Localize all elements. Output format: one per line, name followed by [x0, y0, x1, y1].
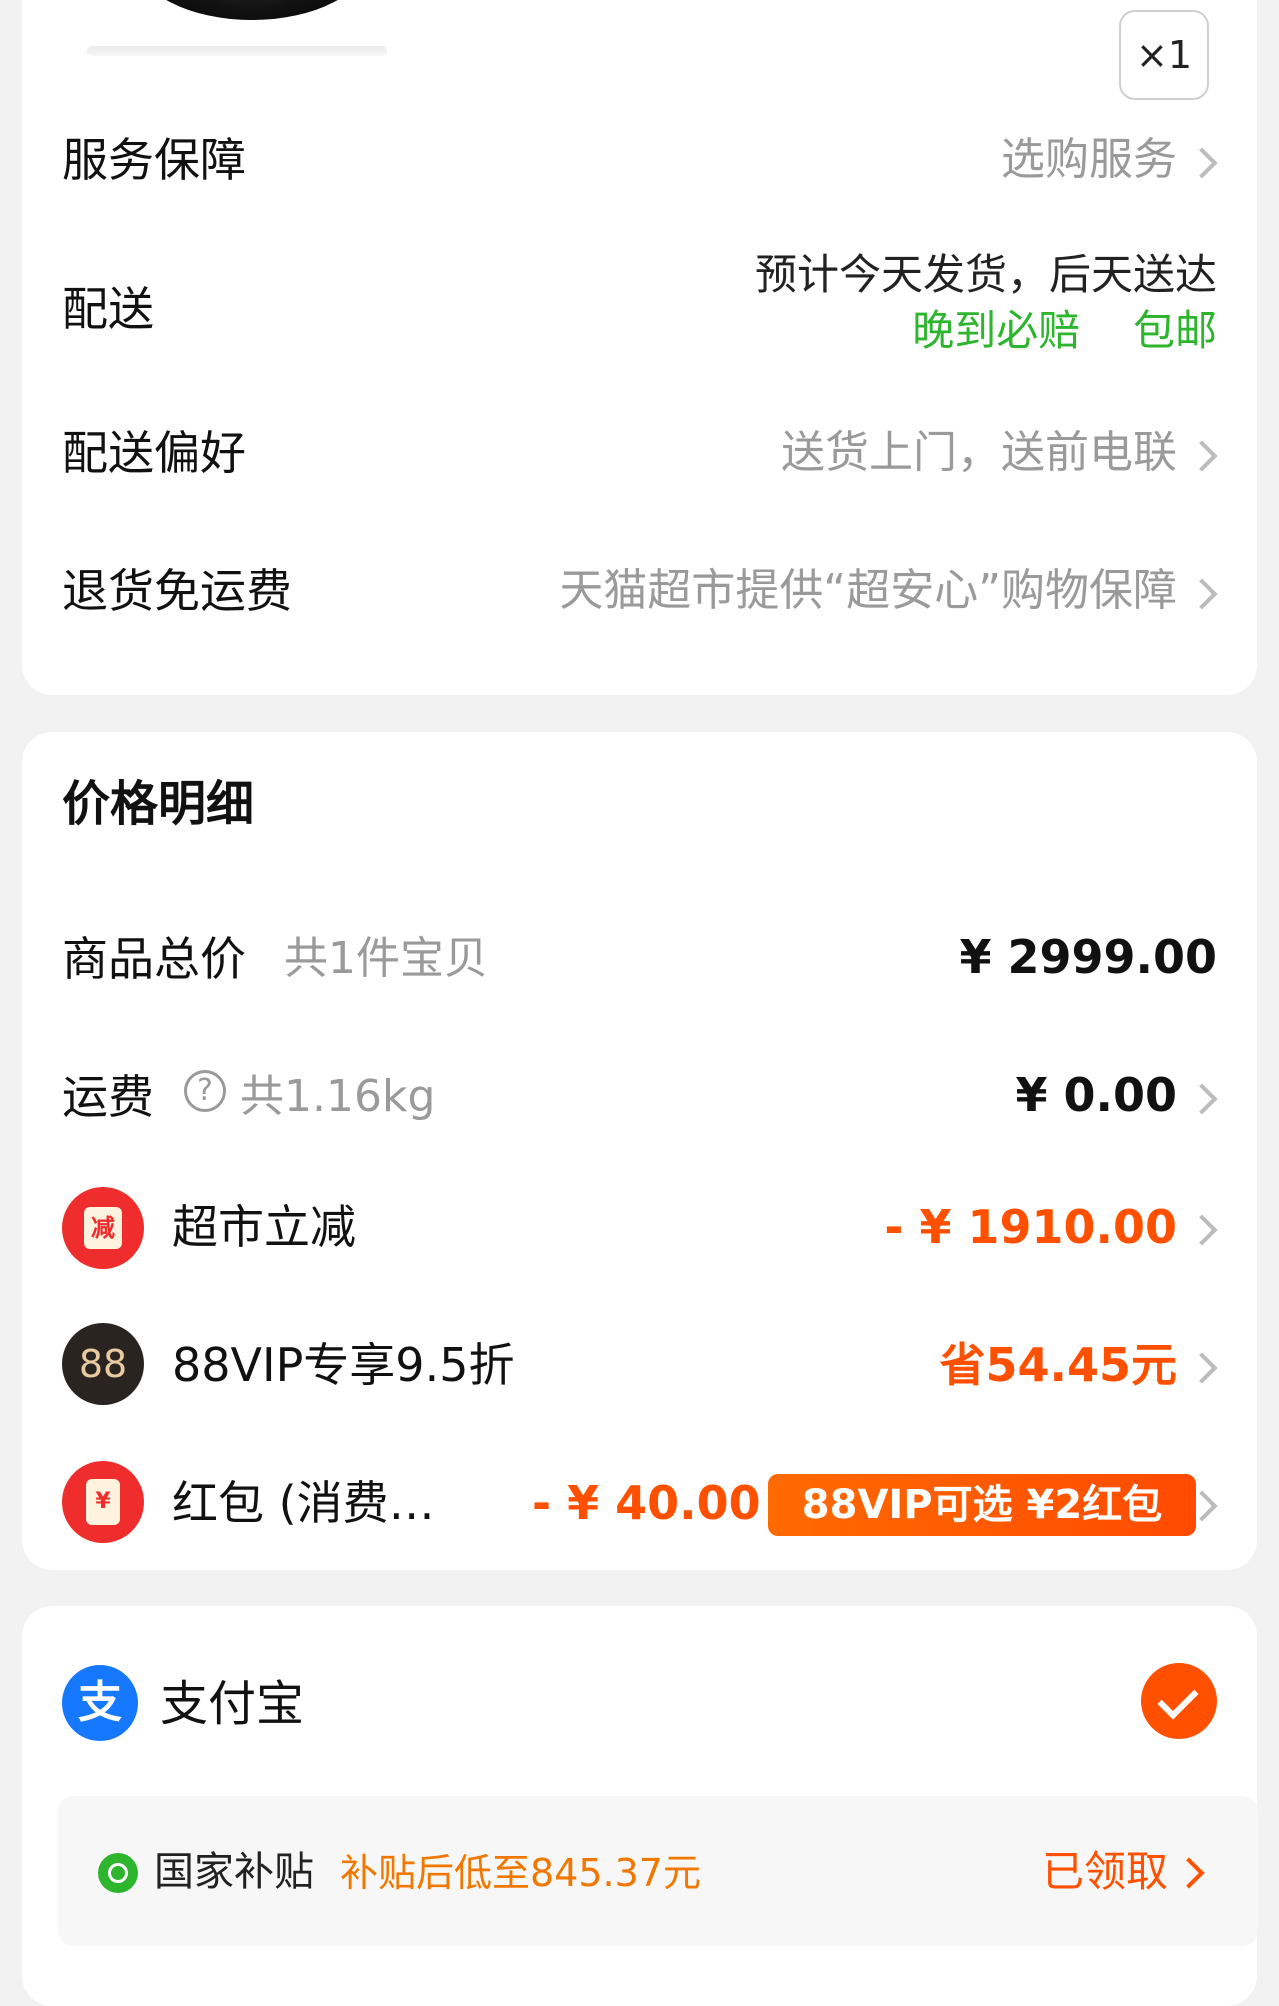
national-subsidy-box[interactable]: 国家补贴 补贴后低至845.37元 已领取 — [58, 1796, 1258, 1946]
chevron-right-icon — [1186, 1083, 1218, 1115]
subtotal-value: ¥ 2999.00 — [959, 930, 1217, 984]
item-count: 共1件宝贝 — [284, 933, 488, 984]
vip-red-packet-badge[interactable]: 88VIP可选 ¥2红包 — [768, 1474, 1196, 1536]
supermarket-discount-value: - ¥ 1910.00 — [884, 1200, 1177, 1254]
quantity-value: ×1 — [1135, 33, 1193, 77]
chevron-right-icon — [1186, 1352, 1218, 1384]
selected-check-icon[interactable] — [1141, 1663, 1217, 1739]
subsidy-detail: 补贴后低至845.37元 — [340, 1851, 701, 1895]
chevron-right-icon — [1186, 578, 1218, 610]
free-returns-row[interactable]: 退货免运费 天猫超市提供“超安心”购物保障 — [22, 540, 1257, 640]
subtotal-label: 商品总价 — [62, 932, 246, 986]
vip-discount-value: 省54.45元 — [939, 1338, 1177, 1392]
supermarket-discount-label: 超市立减 — [172, 1200, 356, 1254]
subsidy-icon — [98, 1853, 138, 1893]
delivery-preference-row[interactable]: 配送偏好 送货上门，送前电联 — [22, 405, 1257, 505]
help-icon[interactable]: ? — [184, 1070, 226, 1112]
delivery-preference-label: 配送偏好 — [62, 426, 246, 480]
red-packet-row[interactable]: ¥ 红包 (消费… - ¥ 40.00 88VIP可选 ¥2红包 — [22, 1452, 1257, 1552]
delivery-estimate: 预计今天发货，后天送达 — [754, 250, 1217, 299]
delivery-tags: 晚到必赔 包邮 — [912, 310, 1217, 352]
delivery-preference-value: 送货上门，送前电联 — [781, 427, 1177, 478]
free-returns-value: 天猫超市提供“超安心”购物保障 — [559, 565, 1177, 616]
alipay-icon: 支 — [62, 1665, 138, 1741]
delivery-row: 配送 预计今天发货，后天送达 晚到必赔 包邮 — [22, 240, 1257, 370]
vip-discount-label: 88VIP专享9.5折 — [172, 1338, 515, 1392]
discount-icon: 减 — [62, 1187, 144, 1269]
free-returns-label: 退货免运费 — [62, 564, 292, 618]
free-shipping-tag: 包邮 — [1132, 306, 1217, 355]
red-packet-label: 红包 (消费… — [172, 1476, 435, 1530]
subsidy-label: 国家补贴 — [154, 1849, 314, 1895]
chevron-right-icon — [1186, 1214, 1218, 1246]
alipay-row[interactable]: 支 支付宝 — [22, 1656, 1257, 1756]
supermarket-discount-row[interactable]: 减 超市立减 - ¥ 1910.00 — [22, 1177, 1257, 1277]
chevron-right-icon — [1186, 440, 1218, 472]
order-info-card: ×1 服务保障 选购服务 配送 预计今天发货，后天送达 晚到必赔 包邮 配送偏好… — [22, 0, 1257, 695]
vip-88-icon: 88 — [62, 1323, 144, 1405]
service-label: 服务保障 — [62, 133, 246, 187]
shipping-fee-value: ¥ 0.00 — [1015, 1068, 1177, 1122]
price-details-title: 价格明细 — [62, 776, 255, 832]
chevron-right-icon — [1173, 1857, 1205, 1889]
service-value: 选购服务 — [1001, 134, 1177, 185]
shipping-fee-label: 运费 — [62, 1070, 154, 1124]
subtotal-row: 商品总价 共1件宝贝 ¥ 2999.00 — [22, 922, 1257, 1002]
shipping-fee-row[interactable]: 运费 ? 共1.16kg ¥ 0.00 — [22, 1060, 1257, 1140]
price-details-card: 价格明细 商品总价 共1件宝贝 ¥ 2999.00 运费 ? 共1.16kg ¥… — [22, 732, 1257, 1570]
late-guarantee-tag: 晚到必赔 — [912, 306, 1081, 355]
delivery-label: 配送 — [62, 282, 154, 336]
shipping-weight: 共1.16kg — [240, 1071, 436, 1122]
quantity-box[interactable]: ×1 — [1119, 10, 1209, 100]
red-packet-icon: ¥ — [62, 1461, 144, 1543]
chevron-right-icon — [1186, 147, 1218, 179]
subsidy-status: 已领取 — [1041, 1847, 1168, 1896]
payment-card: 支 支付宝 国家补贴 补贴后低至845.37元 已领取 — [22, 1606, 1258, 2006]
red-packet-value: - ¥ 40.00 — [532, 1476, 761, 1530]
payment-method-label: 支付宝 — [160, 1676, 305, 1732]
vip-discount-row[interactable]: 88 88VIP专享9.5折 省54.45元 — [22, 1315, 1257, 1415]
product-image — [67, 0, 397, 58]
service-row[interactable]: 服务保障 选购服务 — [22, 110, 1257, 210]
